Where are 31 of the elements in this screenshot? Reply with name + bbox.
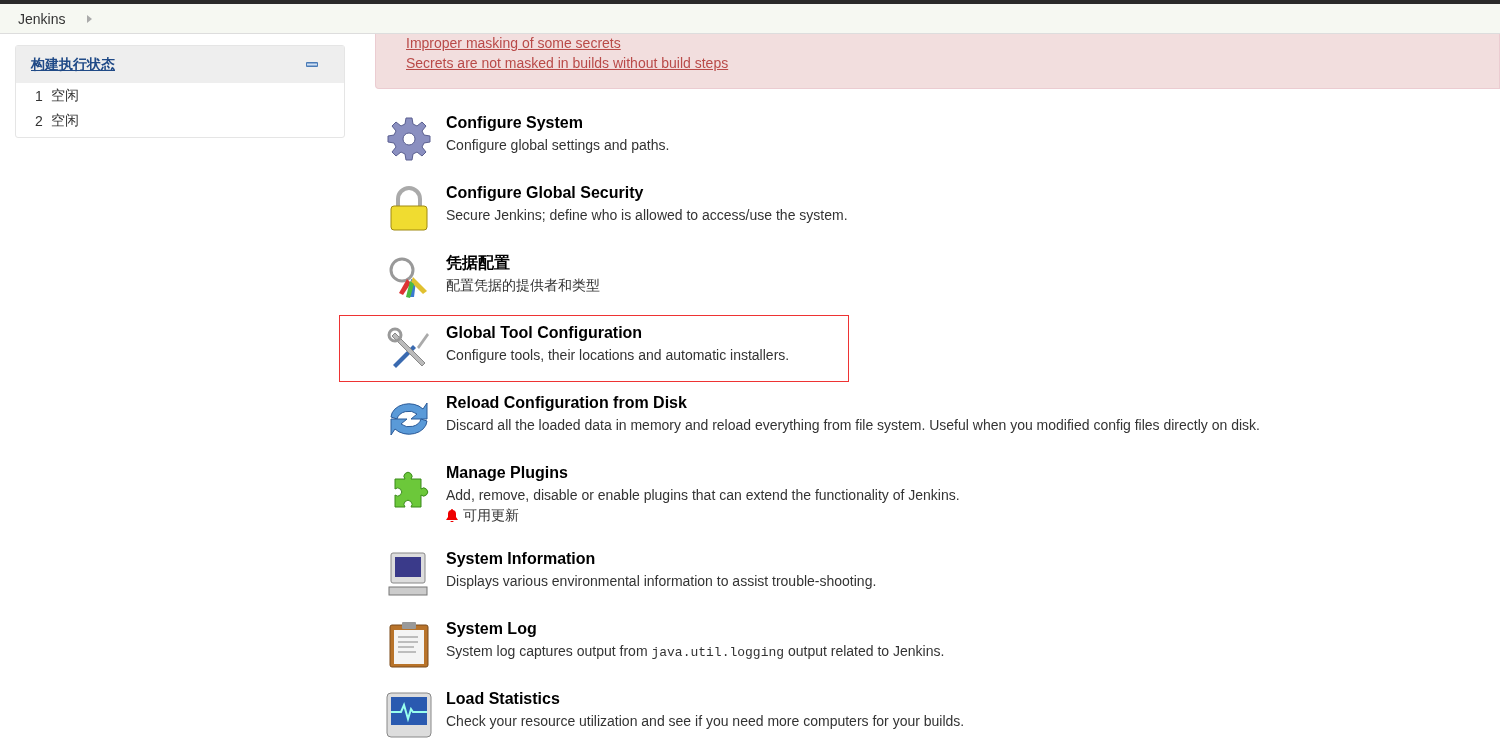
item-description: Configure tools, their locations and automatic installers. [446, 346, 790, 365]
manage-item-link[interactable]: Manage Plugins [446, 463, 568, 483]
executor-status: 空闲 [50, 86, 79, 105]
panel-title-link[interactable]: 构建执行状态 [31, 55, 115, 74]
manage-item-link[interactable]: Configure System [446, 113, 583, 133]
security-warning-link[interactable]: Secrets are not masked in builds without build steps [406, 54, 1499, 72]
heartbeat-monitor-icon[interactable] [385, 691, 433, 739]
executor-number: 1 [35, 87, 43, 104]
manage-item-link[interactable]: System Information [446, 549, 596, 569]
item-description: Configure global settings and paths. [446, 136, 670, 155]
manage-item-link[interactable]: Load Statistics [446, 689, 560, 709]
bell-icon [446, 508, 458, 522]
item-description: Displays various environmental information to assist trouble-shooting. [446, 572, 877, 591]
manage-item-link[interactable]: System Log [446, 619, 537, 639]
item-description: Check your resource utilization and see if you need more computers for your builds. [446, 712, 965, 731]
item-description: System log captures output from java.util.logging output related to Jenkins. [446, 642, 945, 662]
gear-icon[interactable] [385, 115, 433, 163]
executor-status: 空闲 [50, 111, 79, 130]
security-warning-link[interactable]: Improper masking of some secrets [406, 34, 1499, 52]
manage-item-link[interactable]: 凭据配置 [446, 253, 510, 273]
item-description: Secure Jenkins; define who is allowed to access/use the system. [446, 206, 848, 225]
item-description: Discard all the loaded data in memory and reload everything from file system. Useful when you modified config files directly on disk. [446, 416, 1260, 435]
collapse-icon[interactable] [306, 62, 318, 67]
item-description: Add, remove, disable or enable plugins that can extend the functionality of Jenkins. [446, 486, 960, 505]
manage-item-link[interactable]: Configure Global Security [446, 183, 644, 203]
breadcrumb-link[interactable]: Jenkins [18, 10, 66, 27]
update-notice: 可用更新 [463, 506, 519, 525]
executor-number: 2 [35, 112, 43, 129]
manage-item-link[interactable]: Reload Configuration from Disk [446, 393, 687, 413]
manage-item-link[interactable]: Global Tool Configuration [446, 323, 643, 343]
item-description: 配置凭据的提供者和类型 [446, 276, 600, 295]
